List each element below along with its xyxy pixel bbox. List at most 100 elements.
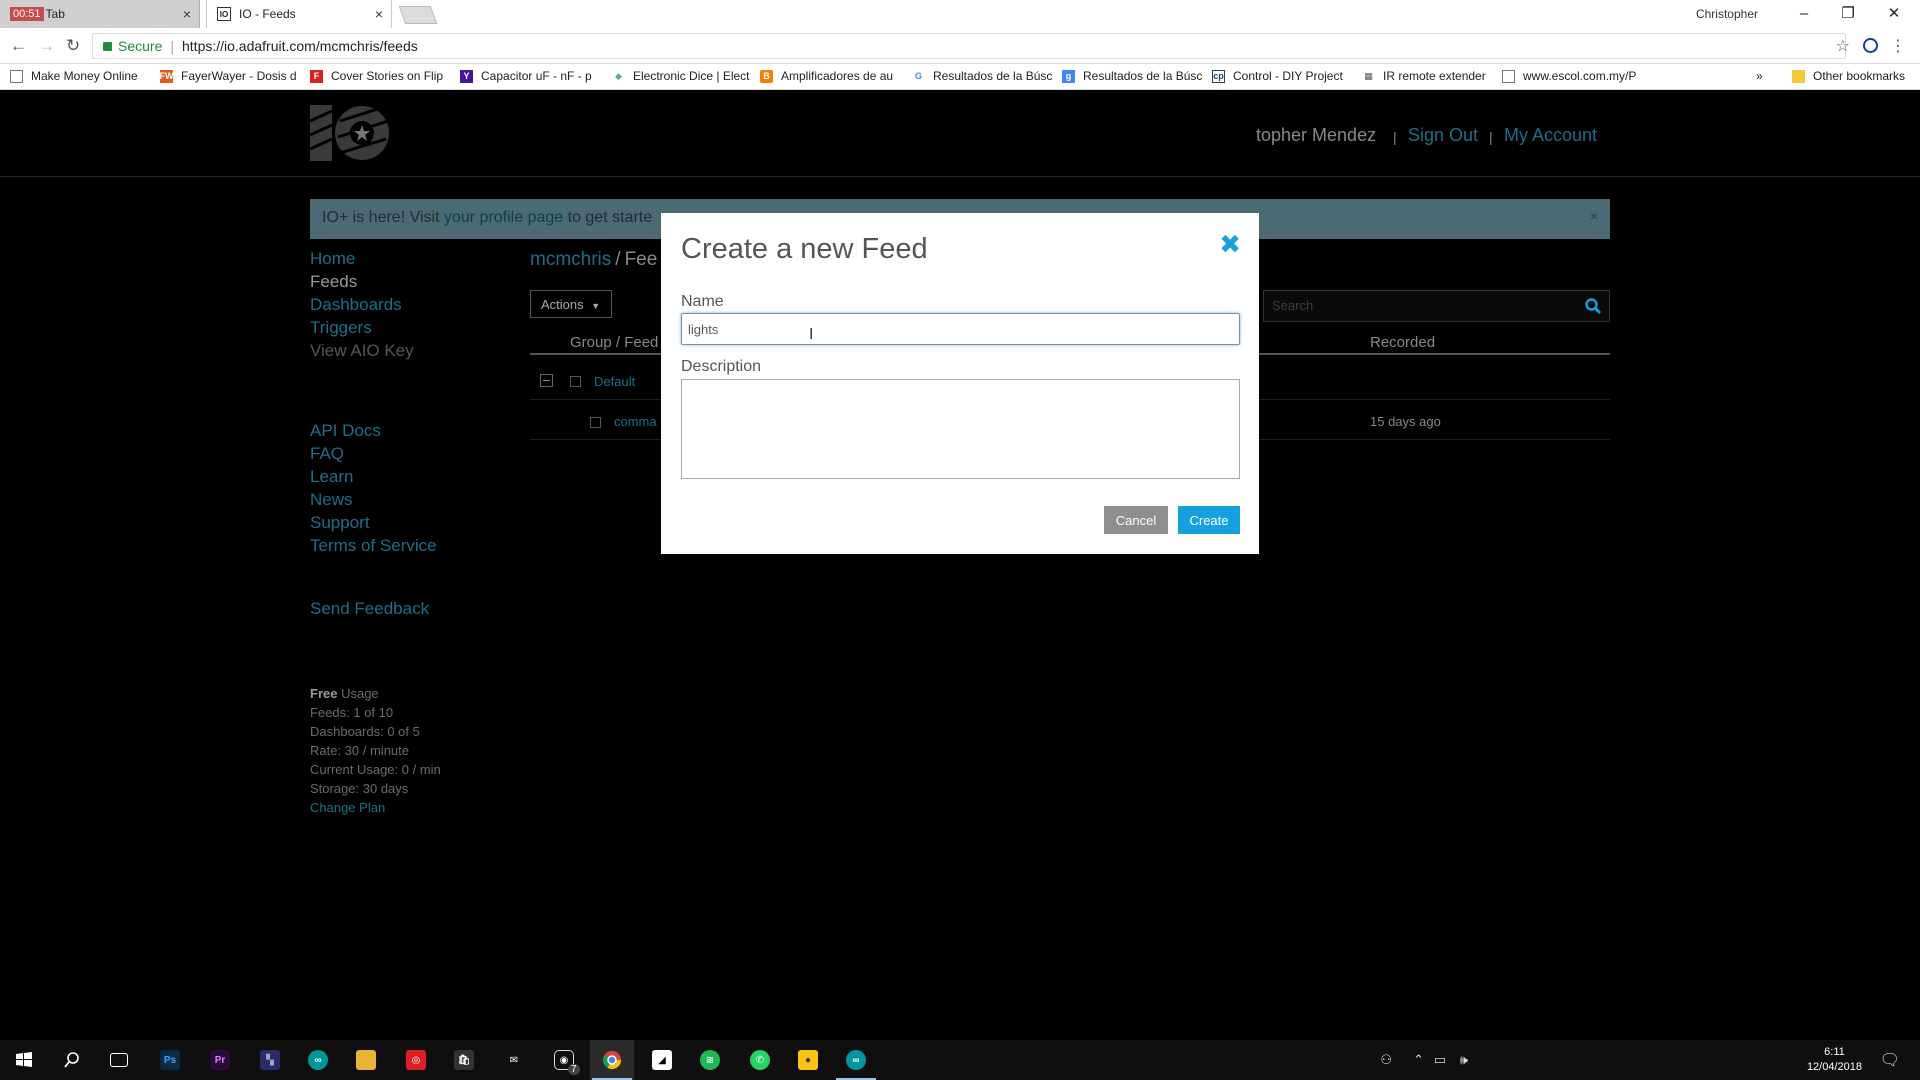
arduino-icon[interactable]: ∞ xyxy=(846,1050,866,1070)
fayerwayer-icon: FW xyxy=(159,69,174,83)
sidebar-link-terms[interactable]: Terms of Service xyxy=(310,536,437,556)
sidebar-item-triggers[interactable]: Triggers xyxy=(310,318,372,338)
breadcrumb-user-link[interactable]: mcmchris xyxy=(530,249,611,270)
feed-name-input[interactable] xyxy=(681,313,1240,345)
notifications-icon[interactable]: 🗨 xyxy=(1880,1050,1900,1070)
my-account-link[interactable]: My Account xyxy=(1504,125,1597,146)
sidebar-item-home[interactable]: Home xyxy=(310,249,355,269)
profile-name[interactable]: Christopher xyxy=(1696,7,1758,21)
column-group-feed[interactable]: Group / Feed xyxy=(570,334,658,351)
taskbar-clock[interactable]: 6:11 12/04/2018 xyxy=(1807,1045,1862,1075)
store-icon[interactable]: 🛍 xyxy=(454,1050,474,1070)
chrome-icon[interactable] xyxy=(602,1050,622,1070)
browser-toolbar: ← → ↻ Secure | https://io.adafruit.com/m… xyxy=(0,28,1920,64)
keep-icon[interactable]: ● xyxy=(798,1050,818,1070)
people-icon[interactable]: ⚇ xyxy=(1380,1052,1392,1068)
extension-block-icon[interactable] xyxy=(1863,38,1878,53)
breadcrumb-current: Fee xyxy=(624,249,658,270)
window-close-icon[interactable]: ✕ xyxy=(1874,2,1914,26)
bookmark-item[interactable]: G Resultados de la Búsc xyxy=(912,69,1052,83)
row-checkbox[interactable] xyxy=(590,417,601,428)
profile-page-link[interactable]: your profile page xyxy=(444,209,563,226)
usage-dashboards: Dashboards: 0 of 5 xyxy=(310,724,420,739)
back-icon[interactable]: ← xyxy=(10,36,27,56)
task-view-icon[interactable] xyxy=(110,1053,128,1067)
search-input[interactable] xyxy=(1272,298,1572,313)
network-icon[interactable]: ▭ xyxy=(1434,1052,1446,1068)
creative-cloud-icon[interactable]: ◎ xyxy=(406,1050,426,1070)
feed-description-input[interactable] xyxy=(681,379,1240,479)
change-plan-link[interactable]: Change Plan xyxy=(310,800,385,815)
show-hidden-icons-icon[interactable]: ⌃ xyxy=(1413,1052,1424,1068)
header-username: topher Mendez xyxy=(1256,125,1377,145)
windows-taskbar: Ps Pr ▚ ∞ ◎ 🛍 ✉ ◉ 7 ◢ ≋ ✆ ● ∞ ⚇ ⌃ ▭ 🕪 6:… xyxy=(0,1040,1920,1080)
more-bookmarks-button[interactable]: » xyxy=(1756,69,1763,83)
column-recorded[interactable]: Recorded xyxy=(1370,334,1435,351)
arduino-icon[interactable]: ∞ xyxy=(308,1050,328,1070)
send-feedback-link[interactable]: Send Feedback xyxy=(310,599,429,619)
row-checkbox[interactable] xyxy=(570,376,581,387)
file-explorer-icon[interactable] xyxy=(356,1050,376,1070)
sign-out-link[interactable]: Sign Out xyxy=(1408,125,1478,146)
other-bookmarks[interactable]: Other bookmarks xyxy=(1792,69,1905,83)
restore-icon[interactable]: ❐ xyxy=(1828,2,1868,26)
sidebar-link-news[interactable]: News xyxy=(310,490,353,510)
bookmark-item[interactable]: ▦ IR remote extender xyxy=(1362,69,1485,83)
windows-start-icon[interactable] xyxy=(14,1050,34,1070)
premiere-icon[interactable]: Pr xyxy=(210,1050,230,1070)
close-icon[interactable]: ✖ xyxy=(1219,229,1241,260)
close-icon[interactable]: × xyxy=(375,6,383,22)
actions-dropdown-button[interactable]: Actions ▼ xyxy=(530,290,612,318)
minimize-icon[interactable]: – xyxy=(1784,2,1824,26)
tab-label: Tab xyxy=(45,7,65,21)
bookmark-item[interactable]: Y Capacitor uF - nF - p xyxy=(460,69,592,83)
breadcrumb: mcmchris / Fee xyxy=(530,249,658,270)
create-button[interactable]: Create xyxy=(1178,506,1240,534)
new-tab-button[interactable] xyxy=(398,6,438,24)
visual-studio-icon[interactable]: ▚ xyxy=(260,1050,280,1070)
sidebar-link-learn[interactable]: Learn xyxy=(310,467,353,487)
tab-io-feeds[interactable]: IO IO - Feeds × xyxy=(206,0,392,28)
reload-icon[interactable]: ↻ xyxy=(66,36,80,56)
collapse-icon[interactable] xyxy=(540,374,553,387)
yahoo-icon: Y xyxy=(460,69,473,83)
sidebar-link-support[interactable]: Support xyxy=(310,513,370,533)
sidebar-item-dashboards[interactable]: Dashboards xyxy=(310,295,402,315)
volume-icon[interactable]: 🕪 xyxy=(1460,1052,1468,1068)
spotify-icon[interactable]: ≋ xyxy=(700,1050,720,1070)
feed-name-link[interactable]: comma xyxy=(614,414,657,429)
bookmark-item[interactable]: www.escol.com.my/P xyxy=(1502,69,1636,83)
bookmark-item[interactable]: g Resultados de la Búsc xyxy=(1062,69,1202,83)
bookmark-item[interactable]: ◆ Electronic Dice | Elect xyxy=(612,69,749,83)
search-icon[interactable] xyxy=(62,1050,82,1070)
close-icon[interactable]: × xyxy=(183,6,191,22)
adafruit-io-logo[interactable] xyxy=(310,103,390,163)
photoshop-icon[interactable]: Ps xyxy=(160,1050,180,1070)
url-text[interactable]: https://io.adafruit.com/mcmchris/feeds xyxy=(182,38,418,54)
bookmark-item[interactable]: B Amplificadores de au xyxy=(760,69,893,83)
mail-icon[interactable]: ✉ xyxy=(504,1050,524,1070)
google-icon: G xyxy=(914,71,922,81)
banner-close-icon[interactable]: × xyxy=(1590,208,1598,224)
bookmark-item[interactable]: F Cover Stories on Flip xyxy=(310,69,443,83)
tab-new-tab[interactable]: 00:51 Tab × xyxy=(0,0,200,28)
group-name-link[interactable]: Default xyxy=(594,374,635,389)
forward-icon[interactable]: → xyxy=(38,36,55,56)
usage-rate: Rate: 30 / minute xyxy=(310,743,409,758)
bookmark-item[interactable]: cp Control - DIY Project xyxy=(1212,69,1343,83)
sidebar-link-faq[interactable]: FAQ xyxy=(310,444,344,464)
address-bar[interactable]: Secure | https://io.adafruit.com/mcmchri… xyxy=(92,33,1846,59)
sidebar-link-api-docs[interactable]: API Docs xyxy=(310,421,381,441)
bookmark-item[interactable]: Make Money Online xyxy=(10,69,138,83)
whatsapp-icon[interactable]: ✆ xyxy=(750,1050,770,1070)
menu-dots-icon[interactable]: ⋮ xyxy=(1890,36,1906,56)
folder-icon xyxy=(1792,69,1805,83)
bookmark-star-icon[interactable]: ☆ xyxy=(1836,36,1850,56)
sticky-notes-icon[interactable]: ◢ xyxy=(652,1050,672,1070)
bookmark-item[interactable]: FW FayerWayer - Dosis d xyxy=(160,69,297,83)
create-feed-modal: Create a new Feed ✖ Name I Description C… xyxy=(661,213,1259,554)
sidebar-item-view-aio-key[interactable]: View AIO Key xyxy=(310,341,414,361)
search-icon[interactable] xyxy=(1585,298,1601,314)
cancel-button[interactable]: Cancel xyxy=(1104,506,1168,534)
sidebar-item-feeds[interactable]: Feeds xyxy=(310,272,357,292)
